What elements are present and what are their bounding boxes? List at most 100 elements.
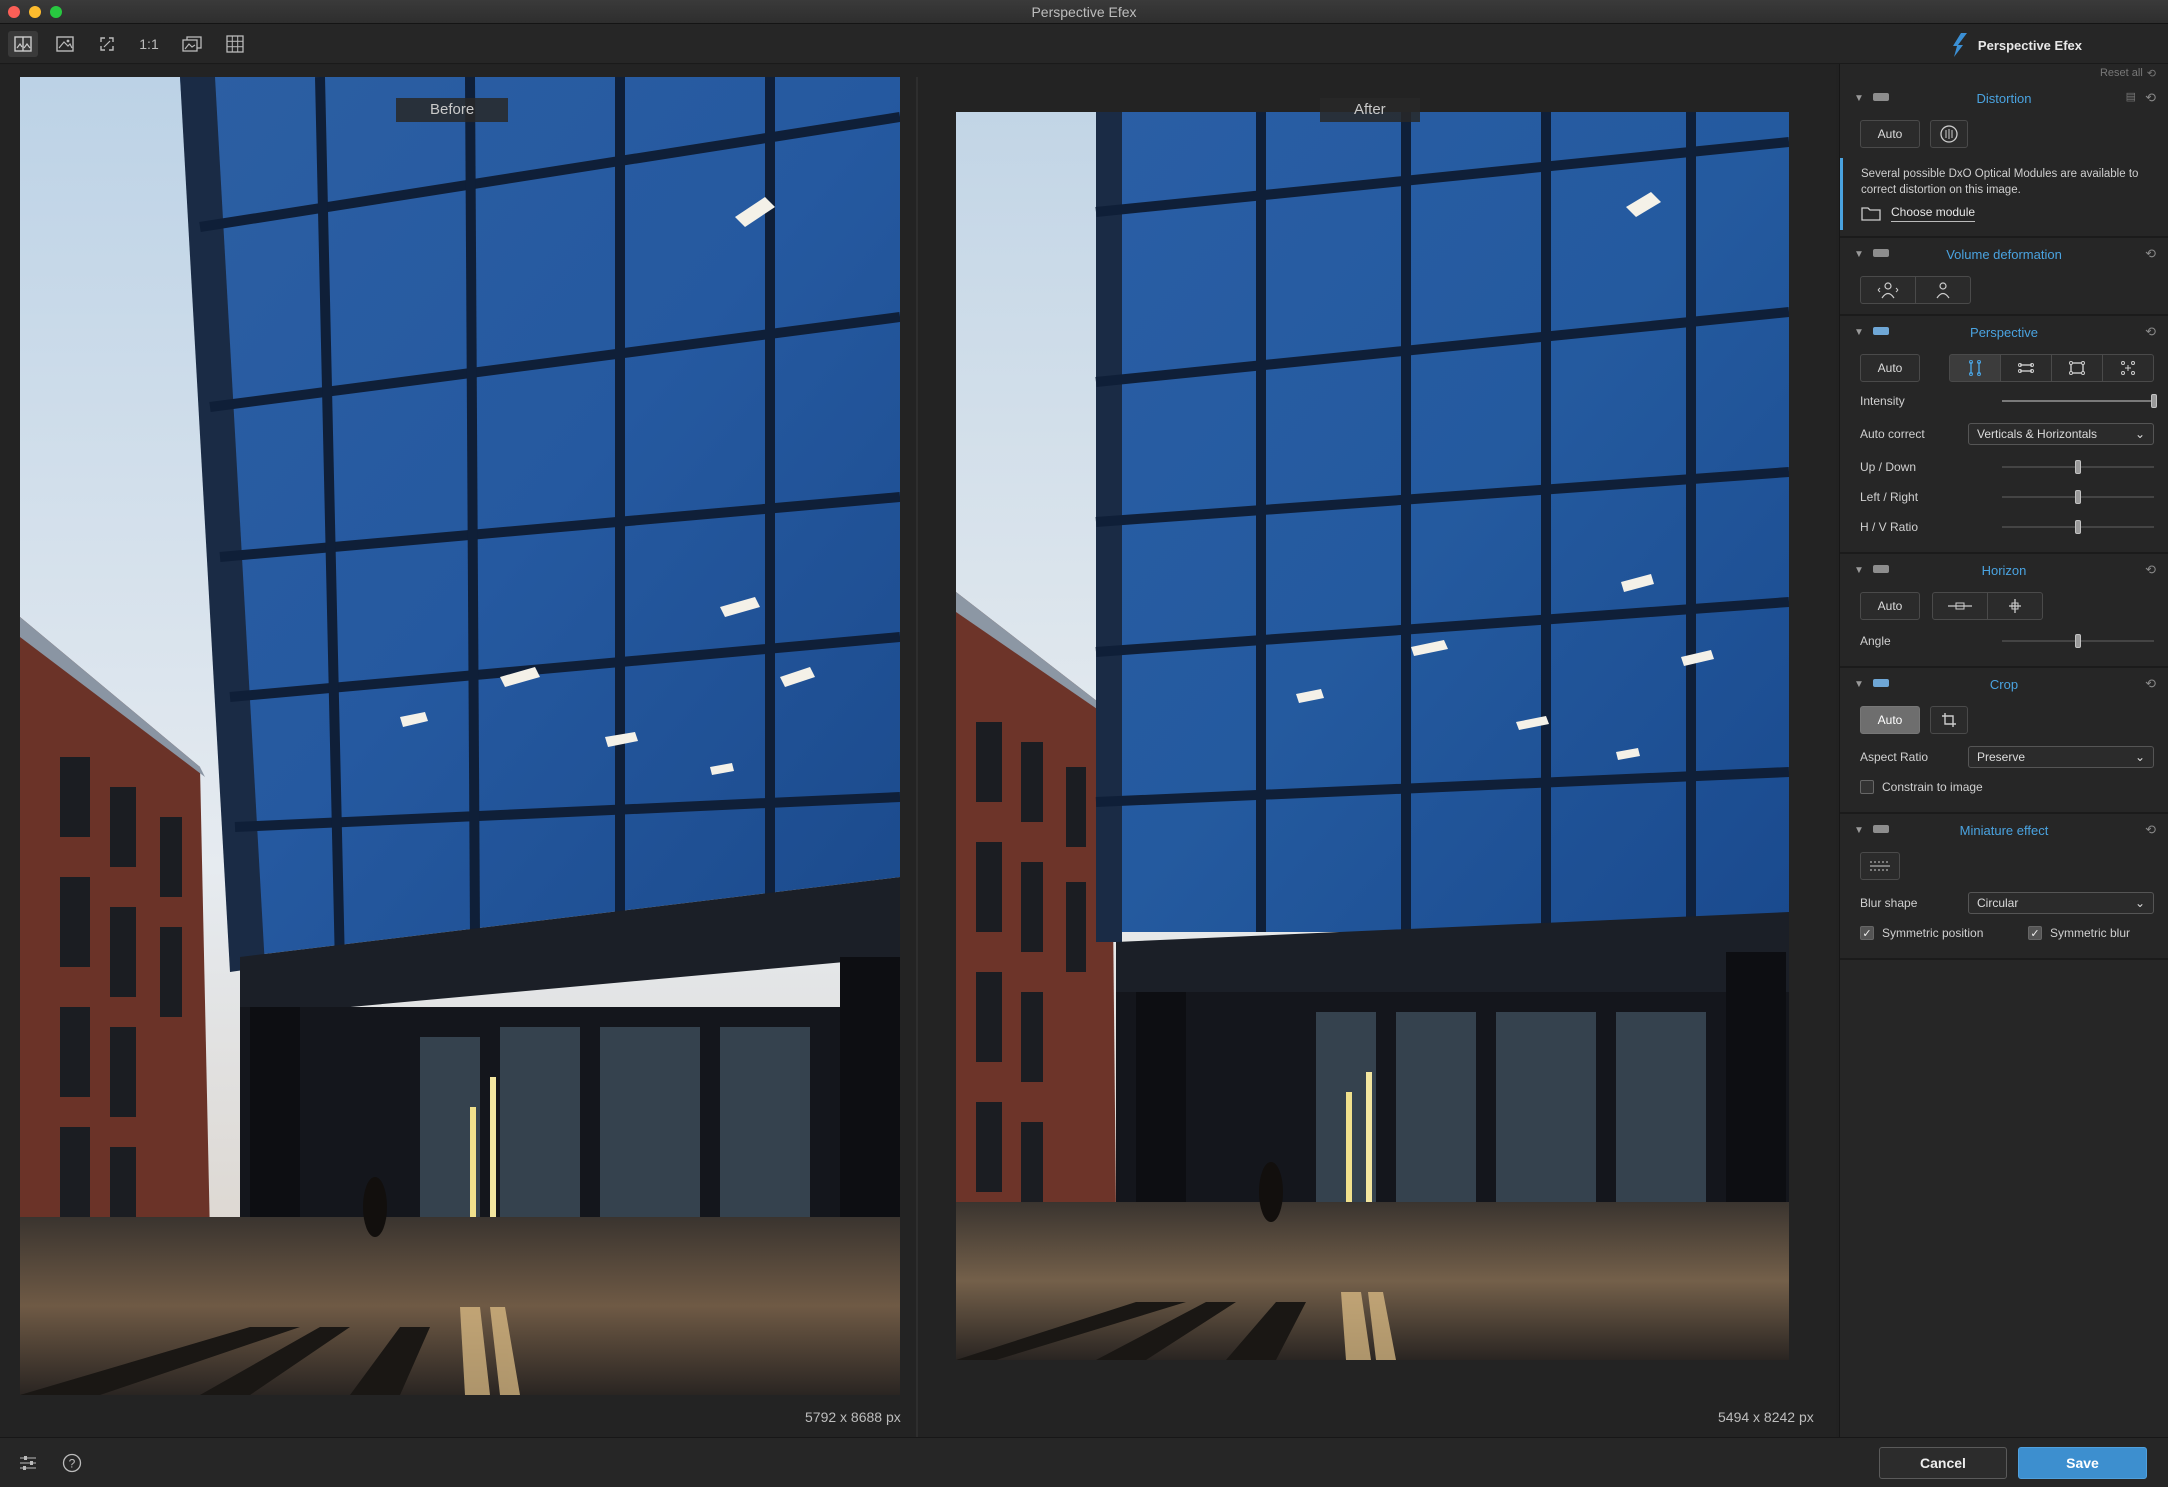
fit-screen-icon xyxy=(100,37,114,51)
horizon-auto-button[interactable]: Auto xyxy=(1860,592,1920,620)
distortion-info-box: Several possible DxO Optical Modules are… xyxy=(1840,158,2168,230)
help-button[interactable]: ? xyxy=(60,1451,84,1475)
blur-shape-select[interactable]: Circular ⌄ xyxy=(1968,892,2154,914)
perspective-efex-logo-icon xyxy=(1952,33,1967,57)
angle-slider[interactable] xyxy=(2002,631,2154,651)
horizon-line-icon xyxy=(1948,602,1972,610)
symmetric-row: ✓ Symmetric position ✓ Symmetric blur xyxy=(1860,918,2154,948)
horizontal-lines-icon xyxy=(2018,363,2034,373)
split-view-button[interactable] xyxy=(8,31,38,57)
perspective-reset-icon[interactable]: ⟲ xyxy=(2145,324,2156,340)
perspective-vertical-lines-button[interactable] xyxy=(1949,354,2001,382)
aspect-ratio-row: Aspect Ratio Preserve ⌄ xyxy=(1860,742,2154,772)
distortion-header[interactable]: ▼ Distortion ▤ ⟲ xyxy=(1840,82,2168,114)
blur-shape-value: Circular xyxy=(1977,896,2019,910)
distortion-module-button[interactable] xyxy=(1930,120,1968,148)
intensity-row: Intensity xyxy=(1860,386,2157,416)
perspective-section: ▼ Perspective ⟲ Auto Intensity Auto corr… xyxy=(1840,316,2168,554)
before-image[interactable] xyxy=(20,77,900,1395)
distortion-title: Distortion xyxy=(1976,91,2032,106)
crop-auto-button[interactable]: Auto xyxy=(1860,706,1920,734)
grid-button[interactable] xyxy=(220,31,250,57)
copy-icon[interactable]: ▤ xyxy=(2126,90,2136,103)
volume-horizontal-button[interactable] xyxy=(1860,276,1916,304)
chevron-down-icon: ⌄ xyxy=(2134,427,2145,441)
constrain-label: Constrain to image xyxy=(1882,780,1983,794)
lens-module-icon xyxy=(1940,125,1958,143)
slider-thumb[interactable] xyxy=(2075,520,2081,534)
grid-icon xyxy=(226,35,244,53)
brand: Perspective Efex xyxy=(1952,30,2082,60)
tilt-shift-icon xyxy=(1870,861,1890,871)
distortion-auto-button[interactable]: Auto xyxy=(1860,120,1920,148)
choose-module-label: Choose module xyxy=(1891,204,1976,222)
zoom-100-button[interactable]: 1:1 xyxy=(134,31,164,57)
left-right-slider[interactable] xyxy=(2002,487,2154,507)
eight-points-icon xyxy=(2121,361,2135,375)
compare-divider[interactable] xyxy=(916,77,918,1437)
distortion-section: ▼ Distortion ▤ ⟲ Auto Several possible D… xyxy=(1840,82,2168,238)
hv-ratio-label: H / V Ratio xyxy=(1860,520,1919,534)
volume-mode-group xyxy=(1860,276,1971,304)
person-horizontal-icon xyxy=(1877,282,1899,299)
volume-vertical-button[interactable] xyxy=(1915,276,1971,304)
miniature-reset-icon[interactable]: ⟲ xyxy=(2145,822,2156,838)
app-window: Perspective Efex 1:1 Perspective Efex Be… xyxy=(0,0,2168,1487)
distortion-reset-icon[interactable]: ⟲ xyxy=(2145,90,2156,106)
cancel-button[interactable]: Cancel xyxy=(1879,1447,2007,1479)
perspective-points-button[interactable] xyxy=(2102,354,2154,382)
reset-all-button[interactable]: Reset all xyxy=(2100,67,2143,79)
toolbar: 1:1 Perspective Efex xyxy=(0,24,2168,64)
perspective-rectangle-button[interactable] xyxy=(2051,354,2103,382)
perspective-header[interactable]: ▼ Perspective ⟲ xyxy=(1840,316,2168,348)
slider-thumb[interactable] xyxy=(2075,634,2081,648)
after-image-size: 5494 x 8242 px xyxy=(1718,1409,1814,1425)
auto-correct-row: Auto correct Verticals & Horizontals ⌄ xyxy=(1860,416,2154,452)
horizon-title: Horizon xyxy=(1981,563,2027,578)
miniature-effect-header[interactable]: ▼ Miniature effect ⟲ xyxy=(1840,814,2168,846)
up-down-slider[interactable] xyxy=(2002,457,2154,477)
compare-button[interactable] xyxy=(177,31,207,57)
horizon-header[interactable]: ▼ Horizon ⟲ xyxy=(1840,554,2168,586)
rectangle-icon xyxy=(2069,361,2085,375)
slider-thumb[interactable] xyxy=(2151,394,2157,408)
perspective-horizontal-lines-button[interactable] xyxy=(2000,354,2052,382)
settings-sliders-button[interactable] xyxy=(16,1451,40,1475)
auto-correct-select[interactable]: Verticals & Horizontals ⌄ xyxy=(1968,423,2154,445)
crop-manual-button[interactable] xyxy=(1930,706,1968,734)
bottom-bar: ? Cancel Save xyxy=(0,1437,2168,1487)
before-photo-graphic xyxy=(20,77,900,1395)
slider-thumb[interactable] xyxy=(2075,490,2081,504)
horizon-reset-icon[interactable]: ⟲ xyxy=(2145,562,2156,578)
hv-ratio-slider[interactable] xyxy=(2002,517,2154,537)
vertical-lines-icon xyxy=(1969,360,1981,376)
aspect-ratio-value: Preserve xyxy=(1977,750,2026,764)
volume-reset-icon[interactable]: ⟲ xyxy=(2145,246,2156,262)
auto-correct-value: Verticals & Horizontals xyxy=(1977,427,2098,441)
aspect-ratio-select[interactable]: Preserve ⌄ xyxy=(1968,746,2154,768)
single-image-button[interactable] xyxy=(50,31,80,57)
choose-module-link[interactable]: Choose module xyxy=(1861,204,2158,222)
horizon-mode-group xyxy=(1932,592,2043,620)
save-button[interactable]: Save xyxy=(2018,1447,2147,1479)
perspective-auto-button[interactable]: Auto xyxy=(1860,354,1920,382)
after-image[interactable] xyxy=(956,112,1789,1360)
chevron-down-icon: ⌄ xyxy=(2134,896,2145,910)
crop-icon xyxy=(1942,713,1956,727)
window-title: Perspective Efex xyxy=(1031,4,1137,20)
horizon-cross-button[interactable] xyxy=(1987,592,2043,620)
miniature-focus-button[interactable] xyxy=(1860,852,1900,880)
horizon-line-button[interactable] xyxy=(1932,592,1988,620)
intensity-slider[interactable] xyxy=(2002,391,2157,411)
crop-header[interactable]: ▼ Crop ⟲ xyxy=(1840,668,2168,700)
symmetric-position-checkbox[interactable]: ✓ xyxy=(1860,926,1874,940)
constrain-checkbox[interactable] xyxy=(1860,780,1874,794)
angle-label: Angle xyxy=(1860,634,1891,648)
crop-reset-icon[interactable]: ⟲ xyxy=(2145,676,2156,692)
symmetric-blur-checkbox[interactable]: ✓ xyxy=(2028,926,2042,940)
volume-deformation-header[interactable]: ▼ Volume deformation ⟲ xyxy=(1840,238,2168,270)
miniature-effect-section: ▼ Miniature effect ⟲ Blur shape Circular… xyxy=(1840,814,2168,960)
slider-thumb[interactable] xyxy=(2075,460,2081,474)
fit-screen-button[interactable] xyxy=(92,31,122,57)
aspect-ratio-label: Aspect Ratio xyxy=(1860,750,1929,764)
